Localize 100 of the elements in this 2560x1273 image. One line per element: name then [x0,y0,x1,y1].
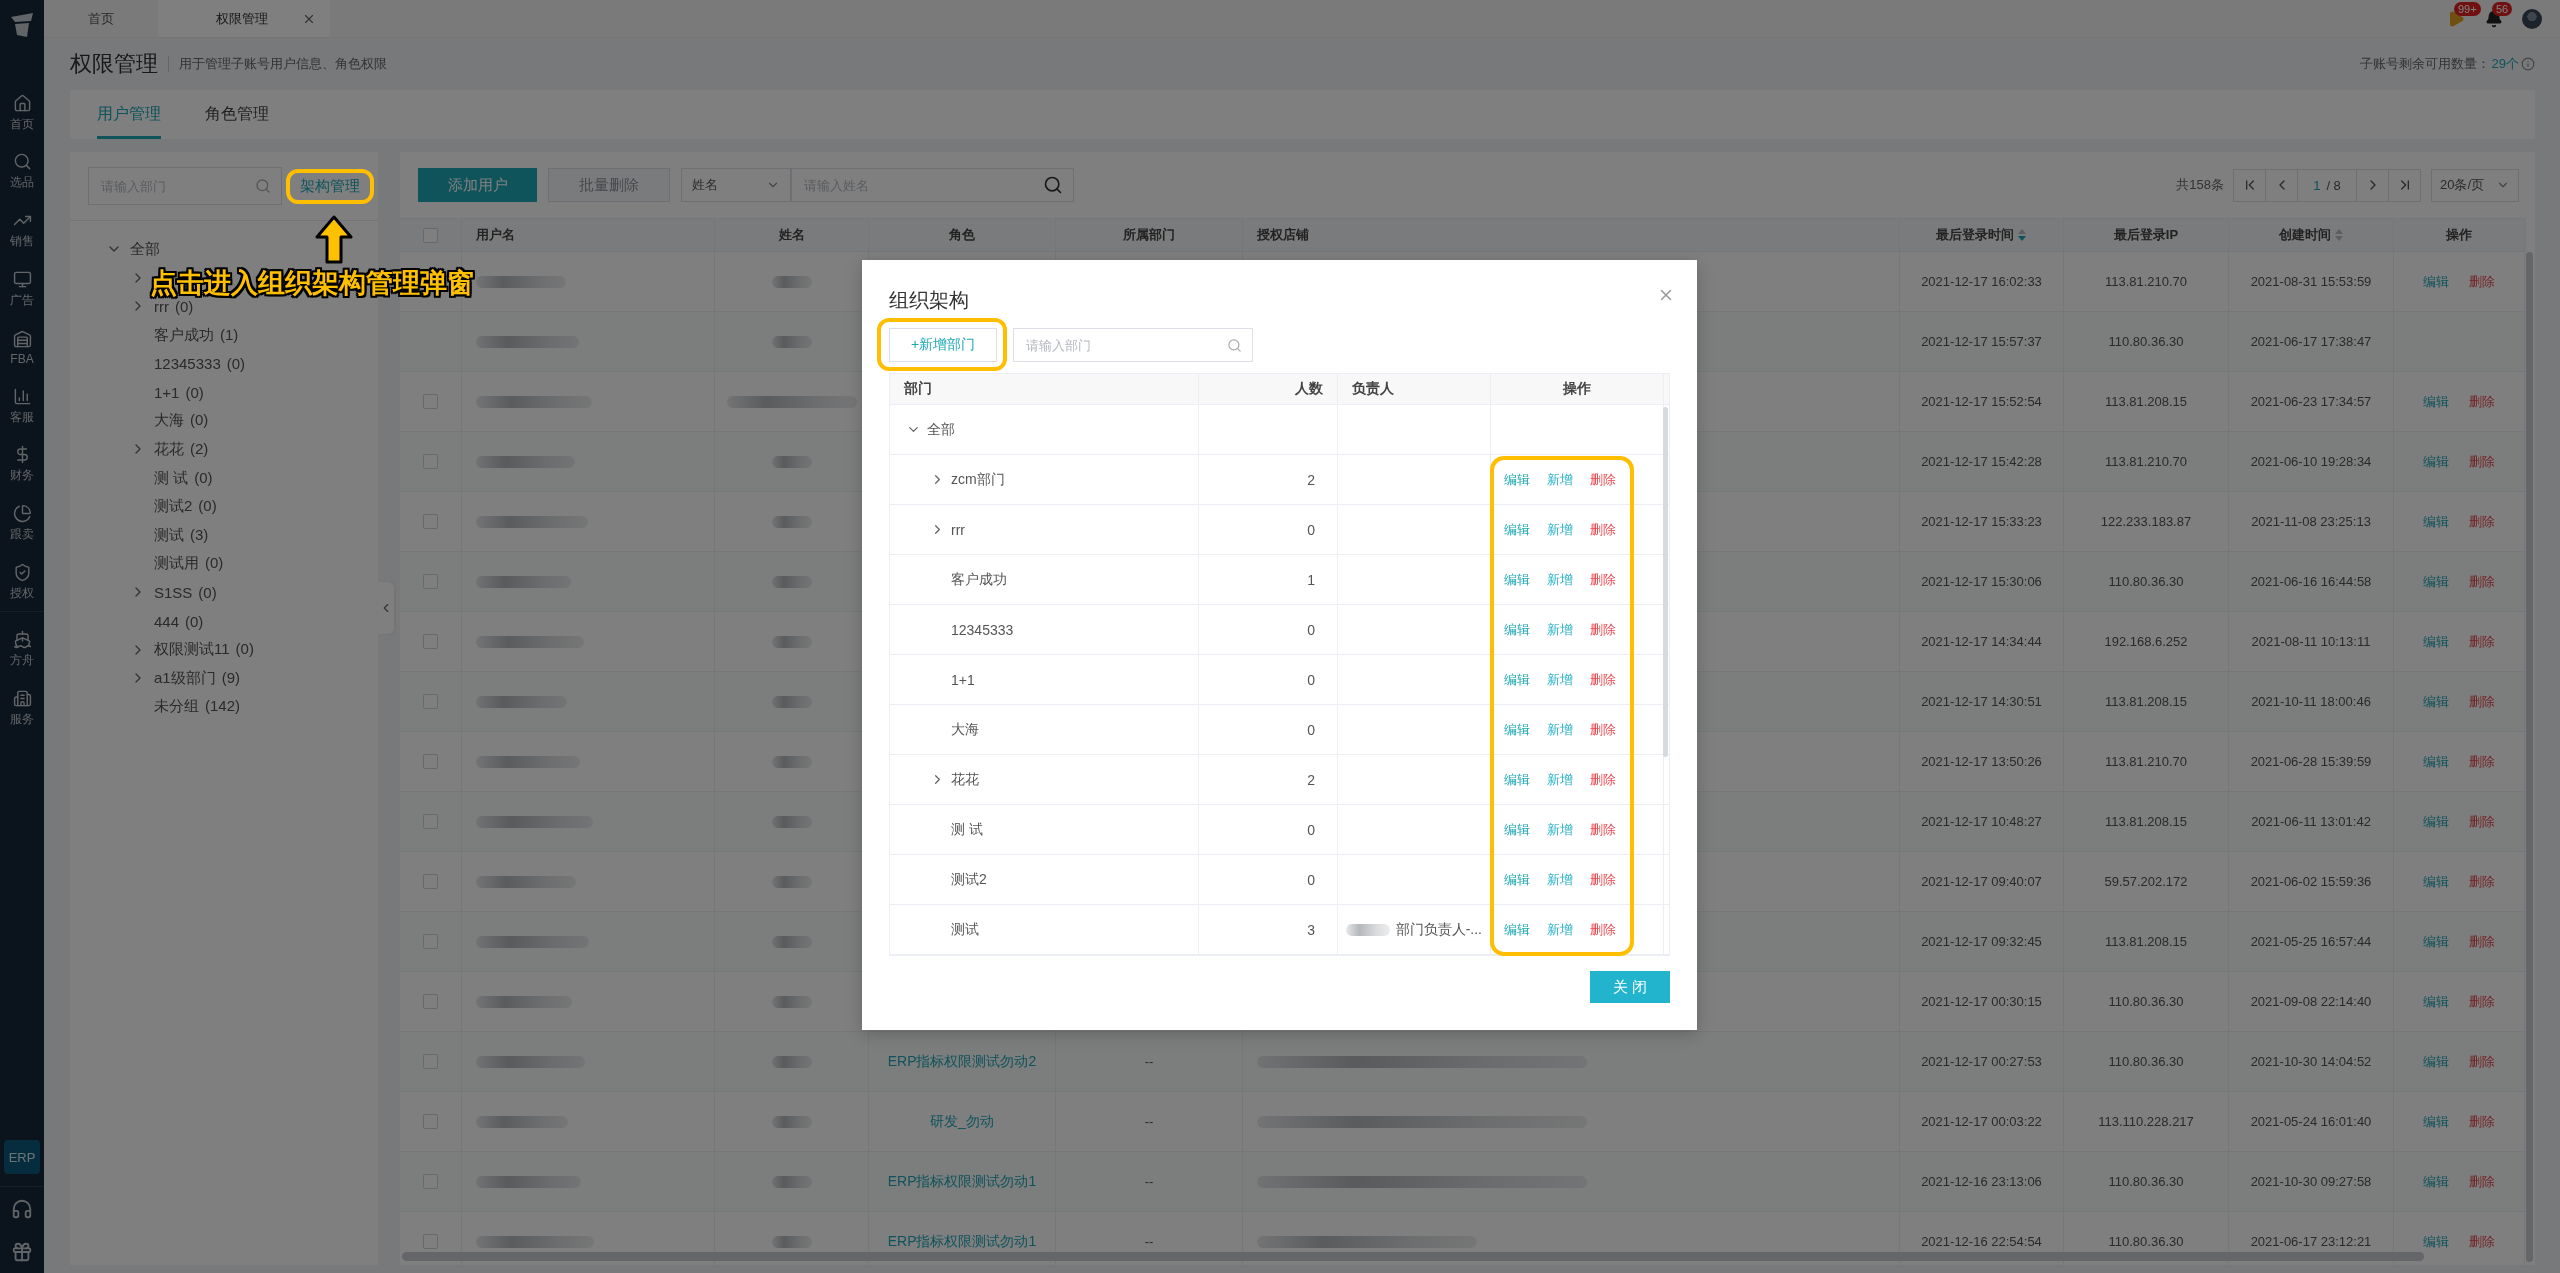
delete-link[interactable]: 删除 [2469,1052,2495,1071]
nav-item[interactable]: 授权 [0,552,44,612]
edit-link[interactable]: 编辑 [2423,512,2449,531]
nav-item[interactable]: 客服 [0,376,44,436]
tree-item[interactable]: 客户成功 (1) [106,320,239,350]
edit-link[interactable]: 编辑 [2423,1172,2449,1191]
delete-link[interactable]: 删除 [1590,770,1616,789]
add-link[interactable]: 新增 [1547,520,1573,539]
delete-link[interactable]: 删除 [1590,870,1616,889]
scrollbar[interactable] [1663,407,1668,757]
checkbox[interactable] [423,1234,438,1249]
edit-link[interactable]: 编辑 [1504,770,1530,789]
nav-item[interactable]: 广告 [0,259,44,319]
close-button[interactable]: 关 闭 [1590,971,1670,1003]
edit-link[interactable]: 编辑 [1504,820,1530,839]
add-link[interactable]: 新增 [1547,720,1573,739]
edit-link[interactable]: 编辑 [1504,720,1530,739]
tree-item[interactable]: 测试2 (0) [106,492,217,521]
delete-link[interactable]: 删除 [1590,520,1616,539]
search-icon[interactable] [1043,175,1063,195]
delete-link[interactable]: 删除 [2469,1112,2495,1131]
nav-item[interactable]: 选品 [0,142,44,202]
scrollbar[interactable] [402,1252,2424,1261]
edit-link[interactable]: 编辑 [2423,992,2449,1011]
delete-link[interactable]: 删除 [2469,392,2495,411]
edit-link[interactable]: 编辑 [1504,870,1530,889]
add-link[interactable]: 新增 [1547,820,1573,839]
previous-page-button[interactable] [2265,168,2298,202]
add-link[interactable]: 新增 [1547,620,1573,639]
page-number-field[interactable]: 1 [2313,177,2321,193]
checkbox[interactable] [423,394,438,409]
tree-item[interactable]: 1+1 (0) [106,377,204,407]
tree-item[interactable]: 测 试 (0) [106,463,213,493]
add-link[interactable]: 新增 [1547,570,1573,589]
delete-link[interactable]: 删除 [2469,932,2495,951]
edit-link[interactable]: 编辑 [2423,752,2449,771]
checkbox[interactable] [423,934,438,949]
edit-link[interactable]: 编辑 [2423,812,2449,831]
structure-manage-button[interactable]: 架构管理 [290,168,370,204]
edit-link[interactable]: 编辑 [2423,1112,2449,1131]
sort-icon[interactable] [2333,228,2344,242]
add-link[interactable]: 新增 [1547,920,1573,939]
page-tab[interactable]: 角色管理 [205,90,269,139]
nav-item[interactable]: 跟卖 [0,494,44,553]
edit-link[interactable]: 编辑 [2423,632,2449,651]
avatar[interactable] [2522,8,2542,29]
delete-link[interactable]: 删除 [2469,992,2495,1011]
checkbox[interactable] [423,514,438,529]
tree-item[interactable]: 测试 (3) [106,520,209,550]
nav-item[interactable]: 方舟 [0,620,44,679]
nav-item[interactable]: 财务 [0,435,44,495]
checkbox[interactable] [423,994,438,1009]
checkbox[interactable] [423,874,438,889]
checkbox[interactable] [423,227,438,243]
edit-link[interactable]: 编辑 [2423,452,2449,471]
search-input[interactable]: 请输入部门 [1026,337,1227,353]
edit-link[interactable]: 编辑 [1504,620,1530,639]
info-icon[interactable] [2521,57,2535,71]
checkbox[interactable] [423,634,438,649]
checkbox[interactable] [423,574,438,589]
edit-link[interactable]: 编辑 [2423,272,2449,291]
checkbox[interactable] [423,1054,438,1069]
scrollbar[interactable] [2526,252,2533,1262]
tree-item[interactable]: 大海 (0) [106,406,209,436]
erp-button[interactable]: ERP [4,1140,40,1174]
nav-item[interactable]: 销售 [0,201,44,260]
nav-item[interactable]: FBA [0,318,44,377]
tree-item[interactable]: 未分组 (142) [106,692,241,722]
next-page-button[interactable] [2356,168,2389,202]
delete-link[interactable]: 删除 [2469,1232,2495,1251]
page-size-select[interactable]: 20条/页 [2431,168,2519,202]
collapse-handle[interactable] [378,582,394,634]
checkbox[interactable] [423,454,438,469]
tree-item[interactable]: S1SS (0) [106,578,217,607]
role-link[interactable]: ERP指标权限测试勿动1 [887,1232,1037,1251]
window-tab[interactable]: 首页 [44,0,158,37]
tree-item[interactable]: 12345333 (0) [106,349,246,378]
delete-link[interactable]: 删除 [1590,820,1616,839]
tree-item[interactable]: 444 (0) [106,606,204,636]
nav-item[interactable]: 服务 [0,678,44,738]
department-search-field[interactable]: 请输入部门 [1013,328,1253,362]
delete-link[interactable]: 删除 [2469,452,2495,471]
add-link[interactable]: 新增 [1547,470,1573,489]
delete-link[interactable]: 删除 [2469,812,2495,831]
tree-item[interactable]: 花花 (2) [106,435,209,464]
checkbox[interactable] [423,1114,438,1129]
edit-link[interactable]: 编辑 [1504,570,1530,589]
edit-link[interactable]: 编辑 [2423,932,2449,951]
sort-icon[interactable] [2017,228,2027,242]
checkbox[interactable] [423,694,438,709]
delete-link[interactable]: 删除 [1590,720,1616,739]
tree-item[interactable]: a1级部门 (9) [106,663,241,693]
delete-link[interactable]: 删除 [2469,692,2495,711]
field-select[interactable]: 姓名 [681,168,791,202]
tree-item[interactable]: 权限测试11 (0) [106,635,254,664]
edit-link[interactable]: 编辑 [1504,670,1530,689]
first-page-button[interactable] [2233,168,2266,202]
edit-link[interactable]: 编辑 [2423,1052,2449,1071]
checkbox[interactable] [423,814,438,829]
delete-link[interactable]: 删除 [1590,570,1616,589]
